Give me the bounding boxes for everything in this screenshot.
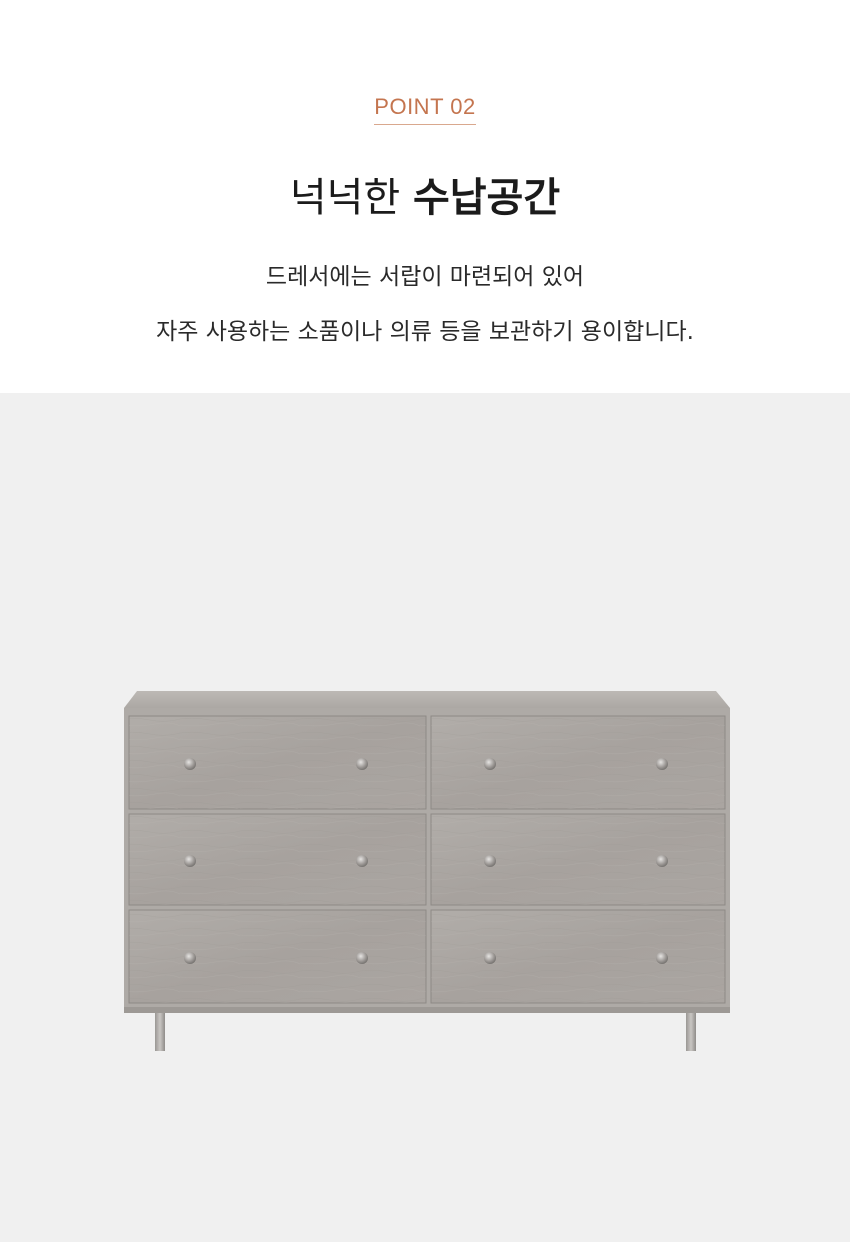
dresser-image (124, 691, 730, 1051)
product-showcase (0, 393, 850, 1242)
knob-icon (484, 855, 496, 867)
knob-icon (184, 952, 196, 964)
knob-icon (184, 855, 196, 867)
description-line-2: 자주 사용하는 소품이나 의류 등을 보관하기 용이합니다. (156, 319, 694, 345)
point-label-text: POINT 02 (374, 94, 476, 125)
headline-bold: 수납공간 (412, 175, 561, 221)
knob-icon (656, 758, 668, 770)
knob-icon (356, 758, 368, 770)
description-line-1: 드레서에는 서랍이 마련되어 있어 (265, 264, 585, 290)
headline-light: 넉넉한 (289, 175, 401, 221)
point-label: POINT 02 (0, 94, 850, 125)
dresser-legs (155, 1007, 696, 1051)
drawer-front (128, 813, 427, 906)
knob-icon (484, 952, 496, 964)
knob-icon (656, 952, 668, 964)
intro-section: POINT 02 넉넉한 수납공간 드레서에는 서랍이 마련되어 있어 자주 사… (0, 0, 850, 393)
knob-icon (184, 758, 196, 770)
dresser-top (124, 691, 730, 708)
drawer-front (430, 813, 726, 906)
drawer-front (128, 715, 427, 810)
knob-icon (356, 952, 368, 964)
knob-icon (356, 855, 368, 867)
drawer-front (128, 909, 427, 1004)
knob-icon (656, 855, 668, 867)
drawer-front (430, 715, 726, 810)
drawer-front (430, 909, 726, 1004)
knob-icon (484, 758, 496, 770)
headline: 넉넉한 수납공간 (0, 170, 850, 226)
